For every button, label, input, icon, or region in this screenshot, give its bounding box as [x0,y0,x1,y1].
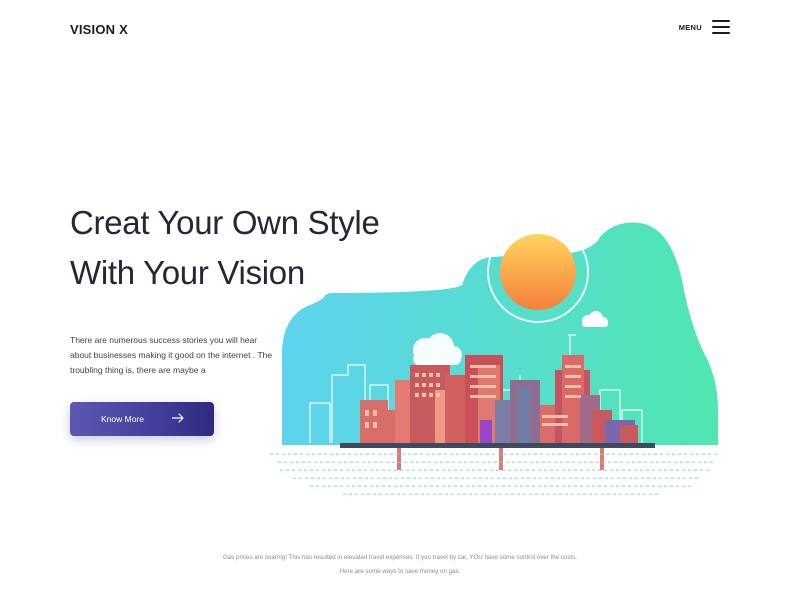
footer-line-1: Gas prices are soaring! This has resulte… [222,554,577,561]
site-header: VISION X MENU [70,20,730,42]
know-more-button[interactable]: Know More [70,402,214,436]
know-more-label: Know More [101,414,144,424]
city-platform [340,443,655,448]
sun [500,234,576,310]
footer-line-2: Here are some ways to save money on gas. [339,568,461,575]
platform-pillar [600,448,604,470]
arrow-right-icon [172,413,184,423]
platform-pillar [499,448,503,470]
site-footer: Gas prices are soaring! This has resulte… [0,551,800,579]
hero-description: There are numerous success stories you w… [70,335,273,375]
menu-label: MENU [678,22,702,32]
water-waves [270,453,718,496]
hamburger-icon [712,20,730,34]
brand-logo[interactable]: VISION X [70,22,128,37]
menu-button[interactable]: MENU [679,20,730,34]
platform-pillar [397,448,401,470]
city-illustration [270,221,718,496]
